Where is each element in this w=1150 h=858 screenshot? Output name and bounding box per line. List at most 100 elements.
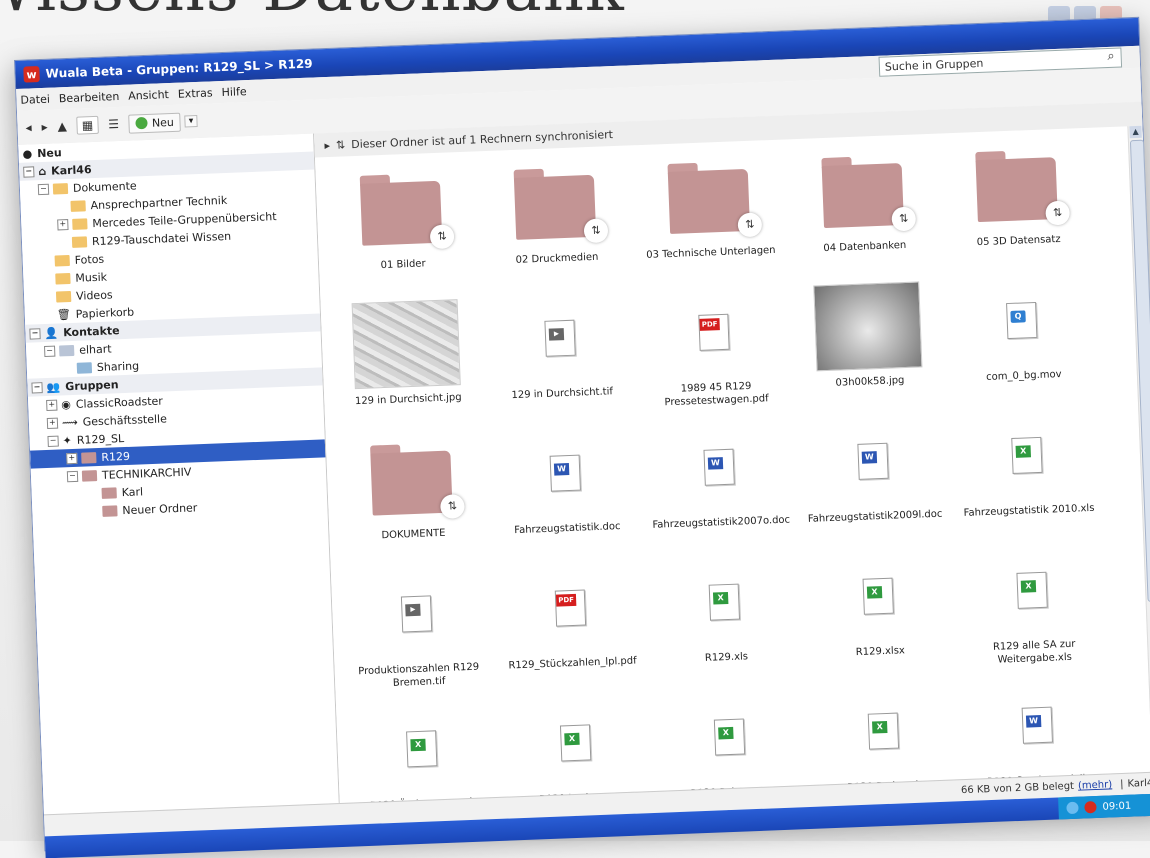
collapse-icon[interactable]: − [29, 327, 41, 340]
collapse-icon[interactable]: − [47, 435, 59, 447]
file-view: ▸ ⇅ Dieser Ordner ist auf 1 Rechnern syn… [314, 101, 1150, 818]
file-item[interactable]: PDF 1989 45 R129 Pressetestwagen.pdf [638, 285, 791, 426]
expand-icon[interactable]: + [66, 452, 78, 464]
sync-badge-icon: ⇅ [429, 224, 455, 250]
tif-image-icon: ▸ [400, 595, 433, 633]
file-item[interactable]: ⇅ 01 Bilder [325, 161, 478, 302]
expand-icon[interactable]: + [57, 218, 69, 230]
wuala-tray-icon[interactable] [1084, 801, 1097, 814]
word-document-icon: W [549, 454, 581, 492]
expand-arrow-icon[interactable]: ▸ [324, 138, 330, 151]
file-item[interactable]: ▸ Produktionszahlen R129 Bremen.tif [341, 566, 494, 707]
menu-bearbeiten[interactable]: Bearbeiten [59, 89, 120, 104]
file-item[interactable]: ⇅ DOKUMENTE [336, 431, 489, 572]
tree-label: Musik [75, 270, 108, 285]
folder-icon [52, 182, 69, 195]
file-name: com_0_bg.mov [986, 369, 1062, 383]
file-item[interactable]: X R129 alle SA zur Weitergabe.xls [956, 543, 1109, 684]
file-name: 01 Bilder [380, 258, 426, 272]
more-link[interactable]: (mehr) [1078, 779, 1113, 791]
file-thumbnail: X [346, 701, 497, 797]
file-name: 03h00k58.jpg [835, 375, 905, 389]
folder-icon [55, 272, 71, 285]
sidebar-new-label: Neu [36, 145, 62, 160]
file-item[interactable]: X R129.xlsx [803, 548, 956, 689]
file-thumbnail: W [490, 425, 641, 521]
file-name: DOKUMENTE [381, 527, 446, 542]
file-item[interactable]: X Fahrzeugstatistik 2010.xls [951, 408, 1104, 549]
file-name: Fahrzeugstatistik2009l.doc [807, 508, 943, 525]
expand-icon[interactable]: + [46, 399, 58, 411]
forward-arrow-icon[interactable]: ▸ [41, 120, 48, 134]
tree-label: ClassicRoadster [75, 394, 164, 411]
file-thumbnail: ⇅ [479, 156, 630, 252]
list-view-icon[interactable]: ☰ [108, 117, 119, 131]
tree-label: elhart [78, 341, 112, 357]
file-item[interactable]: X R129.xls [649, 554, 802, 695]
menu-datei[interactable]: Datei [20, 92, 50, 106]
tree-label: Kontakte [62, 323, 120, 339]
excel-document-icon: X [559, 724, 592, 762]
collapse-icon[interactable]: − [23, 165, 35, 178]
shared-folder-icon: ⇅ [513, 167, 609, 244]
file-name: R129.xlsx [855, 645, 906, 659]
image-thumbnail-icon [351, 299, 461, 390]
file-name: 05 3D Datensatz [976, 233, 1061, 249]
up-arrow-icon[interactable]: ▲ [57, 119, 67, 133]
file-thumbnail: PDF [638, 285, 789, 381]
window-title: Wuala Beta - Gruppen: R129_SL > R129 [45, 56, 313, 81]
back-arrow-icon[interactable]: ◂ [25, 120, 32, 134]
file-name: Fahrzeugstatistik 2010.xls [963, 502, 1095, 519]
new-dropdown-chevron-icon[interactable]: ▾ [184, 115, 198, 128]
menu-hilfe[interactable]: Hilfe [221, 85, 247, 99]
tree-label: R129_SL [76, 431, 125, 447]
file-item[interactable]: ▸ 129 in Durchsicht.tif [484, 290, 637, 431]
search-icon[interactable]: ⌕ [1107, 49, 1115, 64]
file-item[interactable]: 129 in Durchsicht.jpg [331, 296, 484, 437]
file-item[interactable]: W Fahrzeugstatistik.doc [490, 425, 643, 566]
new-button[interactable]: Neu [128, 112, 182, 134]
page-headline: Wissens-Datenbank [0, 0, 625, 26]
menu-ansicht[interactable]: Ansicht [128, 88, 169, 103]
tray-icon[interactable] [1066, 801, 1079, 815]
file-item[interactable]: ⇅ 02 Druckmedien [479, 156, 632, 297]
file-thumbnail: X [654, 689, 805, 785]
tree-label: Geschäftsstelle [82, 411, 168, 429]
file-item[interactable]: ⇅ 04 Datenbanken [787, 144, 940, 285]
file-item[interactable]: ⇅ 03 Technische Unterlagen [633, 150, 786, 291]
sync-badge-icon: ⇅ [1045, 200, 1071, 226]
file-item[interactable]: Qcom_0_bg.mov [946, 273, 1099, 414]
file-name: 04 Datenbanken [823, 239, 907, 255]
file-thumbnail: X [956, 543, 1107, 639]
system-tray: 09:01 [1058, 793, 1150, 820]
menu-extras[interactable]: Extras [178, 86, 213, 100]
collapse-icon[interactable]: − [66, 470, 79, 482]
tree-label: R129 [101, 449, 131, 464]
file-item[interactable]: 03h00k58.jpg [792, 279, 945, 420]
file-item[interactable]: W Fahrzeugstatistik2007o.doc [643, 419, 796, 560]
add-icon [135, 116, 149, 130]
sync-icon: ⇅ [335, 137, 346, 152]
tree-label: Karl [121, 484, 144, 499]
file-name: 1989 45 R129 Pressetestwagen.pdf [664, 380, 769, 409]
file-name: Fahrzeugstatistik2007o.doc [652, 514, 791, 531]
trash-icon: 🗑 [56, 307, 72, 322]
file-thumbnail: X [500, 695, 651, 791]
new-button-label: Neu [151, 115, 175, 130]
file-thumbnail: ⇅ [633, 150, 784, 246]
file-item[interactable]: W Fahrzeugstatistik2009l.doc [797, 414, 950, 555]
scroll-up-icon[interactable]: ▲ [1129, 125, 1142, 139]
file-item[interactable]: PDF R129_Stückzahlen_lpl.pdf [495, 560, 648, 701]
status-user: Karl46 [1127, 777, 1150, 790]
grid-view-icon[interactable]: ▦ [76, 115, 99, 135]
collapse-icon[interactable]: − [37, 183, 50, 195]
file-item[interactable]: ⇅ 05 3D Datensatz [941, 138, 1094, 279]
file-thumbnail: ⇅ [325, 161, 476, 257]
tree-label: Gruppen [65, 377, 119, 393]
folder-icon [102, 504, 118, 517]
collapse-icon[interactable]: − [43, 345, 56, 357]
collapse-icon[interactable]: − [31, 381, 43, 394]
file-name: 02 Druckmedien [515, 251, 599, 266]
tree-label: TECHNIKARCHIV [101, 464, 192, 482]
expand-icon[interactable]: + [46, 417, 59, 429]
